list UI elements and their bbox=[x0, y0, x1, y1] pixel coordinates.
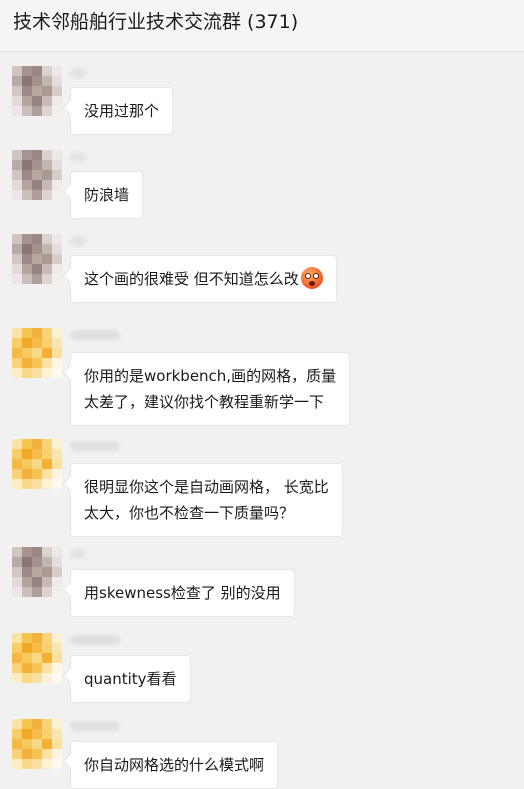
group-title[interactable]: 技术邻船舶行业技术交流群 (371) bbox=[13, 9, 298, 35]
chat-header: 技术邻船舶行业技术交流群 (371) bbox=[0, 0, 524, 52]
avatar[interactable] bbox=[12, 633, 62, 683]
avatar[interactable] bbox=[12, 547, 62, 597]
message-text: 没用过那个 bbox=[84, 102, 160, 120]
message-bubble[interactable]: 你自动网格选的什么模式啊 bbox=[70, 741, 279, 789]
flushed-face-icon bbox=[300, 267, 323, 289]
sender-name bbox=[70, 721, 120, 731]
message-bubble[interactable]: 你用的是workbench,画的网格，质量 太差了，建议你找个教程重新学一下 bbox=[70, 352, 351, 426]
message-text-line: 你用的是workbench,画的网格，质量 bbox=[84, 367, 337, 385]
avatar[interactable] bbox=[12, 719, 62, 769]
message-bubble[interactable]: 用skewness检查了 别的没用 bbox=[70, 569, 295, 617]
sender-name bbox=[70, 236, 86, 246]
message-text-line: 很明显你这个是自动画网格， 长宽比 bbox=[84, 478, 329, 496]
message-bubble[interactable]: 这个画的很难受 但不知道怎么改 bbox=[70, 255, 337, 303]
message-bubble[interactable]: 没用过那个 bbox=[70, 87, 174, 135]
message-text: 你自动网格选的什么模式啊 bbox=[84, 756, 265, 774]
message-text-line: 太大，你也不检查一下质量吗？ bbox=[84, 504, 295, 522]
message-text-line: 太差了，建议你找个教程重新学一下 bbox=[84, 393, 325, 411]
message-bubble[interactable]: 防浪墙 bbox=[70, 171, 144, 219]
sender-name bbox=[70, 441, 120, 451]
avatar[interactable] bbox=[12, 439, 62, 489]
sender-name bbox=[70, 549, 86, 559]
sender-name bbox=[70, 635, 120, 645]
avatar[interactable] bbox=[12, 66, 62, 116]
avatar[interactable] bbox=[12, 150, 62, 200]
avatar[interactable] bbox=[12, 328, 62, 378]
avatar[interactable] bbox=[12, 234, 62, 284]
sender-name bbox=[70, 330, 120, 340]
message-text: 防浪墙 bbox=[84, 186, 130, 204]
message-text: 这个画的很难受 但不知道怎么改 bbox=[84, 270, 299, 288]
sender-name bbox=[70, 68, 86, 78]
sender-name bbox=[70, 152, 86, 162]
message-bubble[interactable]: 很明显你这个是自动画网格， 长宽比 太大，你也不检查一下质量吗？ bbox=[70, 463, 343, 537]
message-bubble[interactable]: quantity看看 bbox=[70, 655, 191, 703]
message-text: 用skewness检查了 别的没用 bbox=[84, 584, 281, 602]
message-text: quantity看看 bbox=[84, 670, 177, 688]
